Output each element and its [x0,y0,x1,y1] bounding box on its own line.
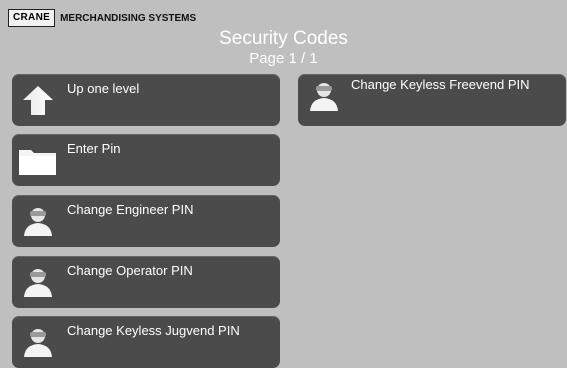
crane-logo: CRANE [8,9,56,27]
change-keyless-freevend-pin-button[interactable]: Change Keyless Freevend PIN [298,74,566,126]
user-icon [24,208,52,236]
change-keyless-freevend-pin-label: Change Keyless Freevend PIN [351,77,530,92]
user-icon [24,329,52,357]
change-operator-pin-label: Change Operator PIN [67,263,193,278]
brand-header: CRANE MERCHANDISING SYSTEMS [8,7,196,29]
enter-pin-button[interactable]: Enter Pin [12,134,280,186]
change-keyless-jugvend-pin-label: Change Keyless Jugvend PIN [67,323,240,338]
up-one-level-label: Up one level [67,81,140,96]
folder-icon [19,150,56,175]
user-icon [310,83,338,111]
change-engineer-pin-button[interactable]: Change Engineer PIN [12,195,280,247]
up-arrow-icon [23,86,53,115]
user-icon [24,269,52,297]
change-engineer-pin-label: Change Engineer PIN [67,202,194,217]
change-keyless-jugvend-pin-button[interactable]: Change Keyless Jugvend PIN [12,316,280,368]
brand-name: MERCHANDISING SYSTEMS [60,12,197,24]
page-indicator: Page 1 / 1 [249,50,318,67]
enter-pin-label: Enter Pin [67,141,121,156]
change-operator-pin-button[interactable]: Change Operator PIN [12,256,280,308]
up-one-level-button[interactable]: Up one level [12,74,280,126]
page-title: Security Codes [219,28,348,49]
screen: CRANE MERCHANDISING SYSTEMS Security Cod… [0,0,567,368]
